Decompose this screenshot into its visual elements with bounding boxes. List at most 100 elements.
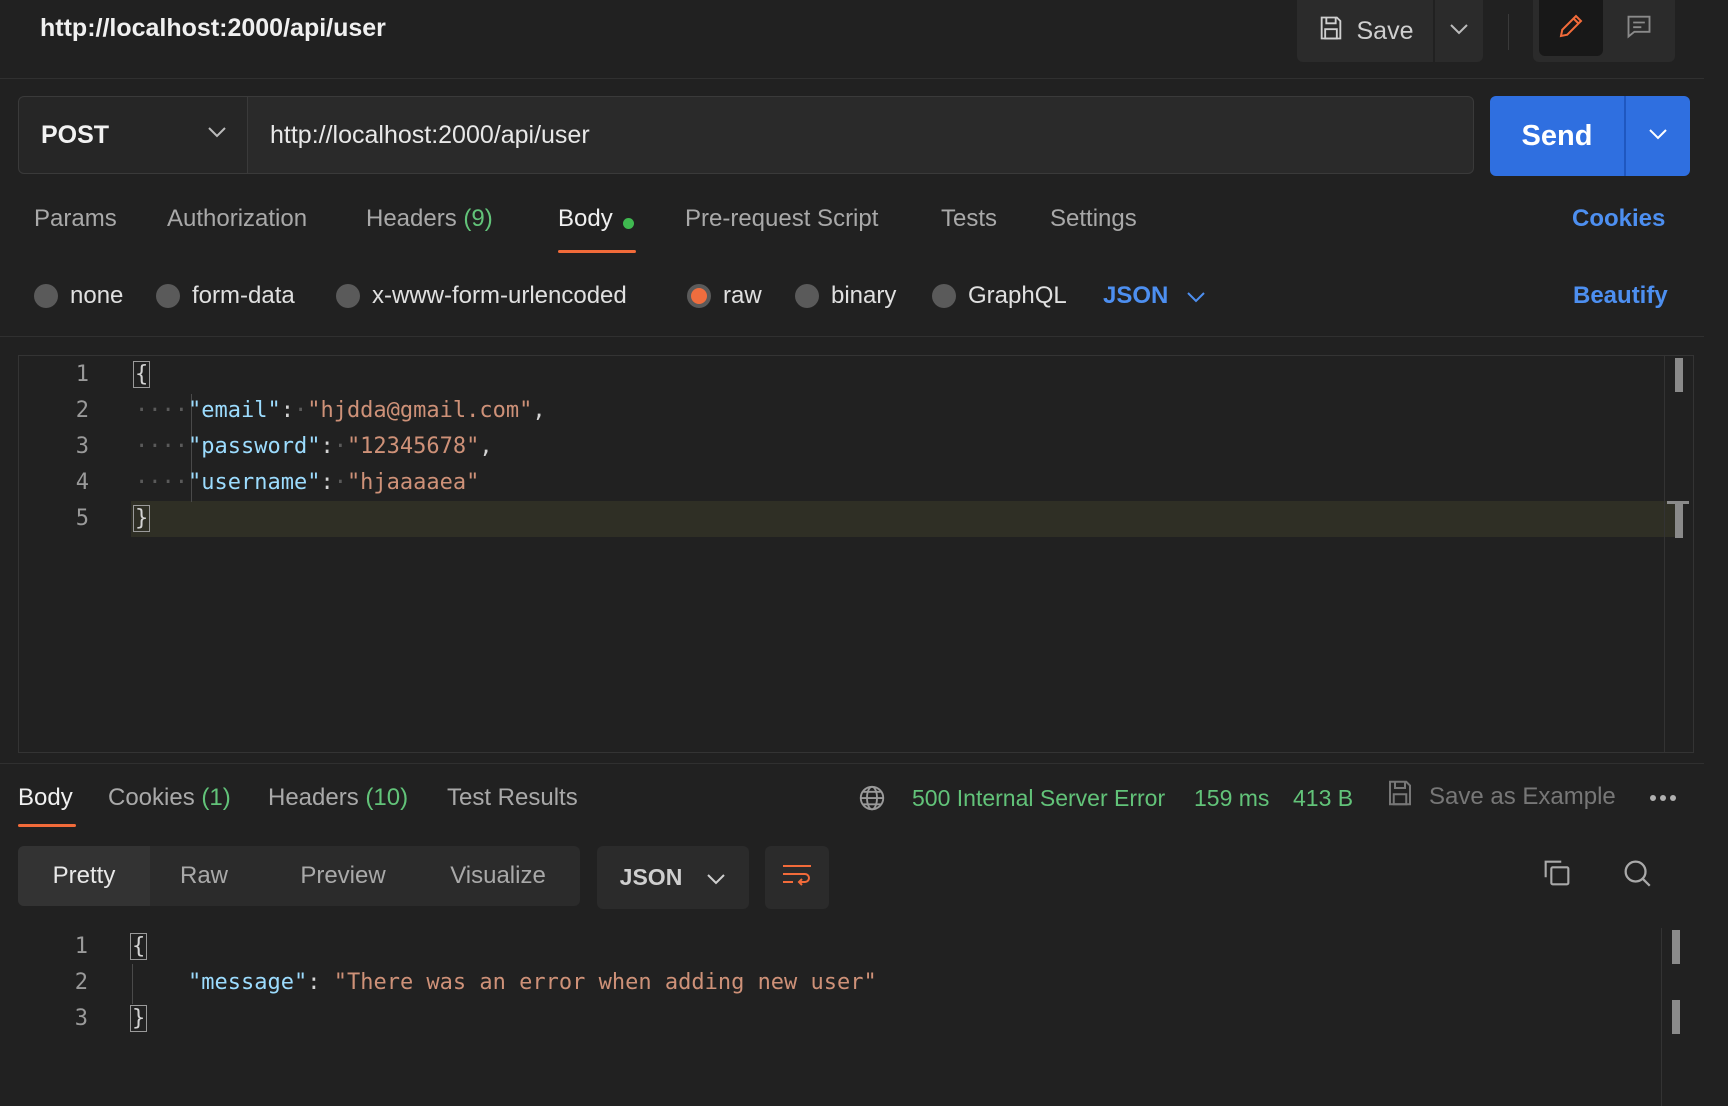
response-view-switcher: Pretty Raw Preview Visualize <box>18 846 580 906</box>
radio-indicator <box>795 284 819 308</box>
tab-params[interactable]: Params <box>34 205 117 233</box>
radio-none[interactable]: none <box>34 282 123 310</box>
response-time[interactable]: 159 ms <box>1194 785 1269 812</box>
search-icon[interactable] <box>1620 856 1654 895</box>
headers-count: (10) <box>365 784 409 811</box>
headers-count: (9) <box>463 205 493 232</box>
beautify-link[interactable]: Beautify <box>1573 282 1668 310</box>
radio-indicator <box>34 284 58 308</box>
radio-raw[interactable]: raw <box>687 282 762 310</box>
json-value: "12345678" <box>346 434 480 459</box>
radio-label: x-www-form-urlencoded <box>372 282 627 309</box>
radio-label: form-data <box>192 282 295 309</box>
comments-button[interactable] <box>1611 0 1667 56</box>
code-line: } <box>133 505 151 532</box>
more-icon[interactable] <box>1648 790 1678 808</box>
copy-icon[interactable] <box>1540 856 1574 895</box>
response-tab-cookies[interactable]: Cookies (1) <box>108 784 231 812</box>
divider <box>1508 14 1509 50</box>
url-input[interactable] <box>248 96 1474 174</box>
tab-label: Headers <box>366 205 457 232</box>
line-number: 3 <box>75 434 89 459</box>
response-tab-headers[interactable]: Headers (10) <box>268 784 408 812</box>
line-number: 2 <box>74 970 88 995</box>
method-select[interactable]: POST <box>18 96 248 174</box>
tab-settings[interactable]: Settings <box>1050 205 1137 233</box>
response-tab-body[interactable]: Body <box>18 784 73 812</box>
edit-mode-button[interactable] <box>1539 0 1603 56</box>
code-line: ····"password":·"12345678", <box>135 434 493 459</box>
code-line: { <box>130 933 148 960</box>
request-title[interactable]: http://localhost:2000/api/user <box>40 14 386 43</box>
globe-icon[interactable] <box>857 783 887 818</box>
chevron-down-icon <box>706 864 726 891</box>
send-group: Send <box>1490 96 1690 176</box>
code-line: ····"email":·"hjdda@gmail.com", <box>135 398 546 423</box>
json-value: "There was an error when adding new user… <box>333 970 877 995</box>
radio-form-data[interactable]: form-data <box>156 282 295 310</box>
view-pretty[interactable]: Pretty <box>18 846 150 906</box>
view-raw[interactable]: Raw <box>158 846 250 906</box>
radio-indicator <box>932 284 956 308</box>
body-format-select[interactable]: JSON <box>1103 282 1206 310</box>
chevron-down-icon <box>1186 282 1206 310</box>
radio-urlencoded[interactable]: x-www-form-urlencoded <box>336 282 627 310</box>
line-number: 3 <box>74 1006 88 1031</box>
save-label: Save <box>1356 16 1414 45</box>
cookies-link[interactable]: Cookies <box>1572 205 1665 233</box>
line-number: 4 <box>75 470 89 495</box>
json-value: "hjaaaaea" <box>346 470 480 495</box>
modified-indicator <box>623 218 634 229</box>
tab-label: Cookies <box>108 784 195 811</box>
save-icon <box>1385 778 1415 815</box>
radio-binary[interactable]: binary <box>795 282 896 310</box>
brace-match: } <box>133 505 151 532</box>
tab-authorization[interactable]: Authorization <box>167 205 307 233</box>
comment-icon <box>1625 12 1653 45</box>
radio-indicator <box>156 284 180 308</box>
save-button[interactable]: Save <box>1297 0 1433 62</box>
radio-indicator <box>336 284 360 308</box>
chevron-down-icon <box>1449 22 1469 40</box>
send-button[interactable]: Send <box>1490 96 1624 176</box>
radio-indicator-selected <box>687 284 711 308</box>
scrollbar-track <box>1661 928 1662 1106</box>
response-tab-test-results[interactable]: Test Results <box>447 784 578 812</box>
method-label: POST <box>41 121 110 149</box>
tab-body[interactable]: Body <box>558 205 613 233</box>
chevron-down-icon <box>207 125 227 143</box>
scrollbar-thumb[interactable] <box>1675 358 1683 392</box>
request-body-editor[interactable]: 1 2 3 4 5 { ····"email":·"hjdda@gmail.co… <box>18 355 1694 753</box>
response-status[interactable]: 500 Internal Server Error <box>912 785 1165 812</box>
tab-headers[interactable]: Headers (9) <box>366 205 493 233</box>
format-label: JSON <box>619 864 683 890</box>
tab-pre-request-script[interactable]: Pre-request Script <box>685 205 878 233</box>
code-line: } <box>130 1005 148 1032</box>
radio-graphql[interactable]: GraphQL <box>932 282 1067 310</box>
response-size[interactable]: 413 B <box>1293 785 1353 812</box>
response-body-viewer[interactable]: 1 2 3 { "message": "There was an error w… <box>18 928 1694 1106</box>
brace-match: } <box>130 1005 148 1032</box>
send-options-button[interactable] <box>1626 96 1690 176</box>
save-as-example-button[interactable]: Save as Example <box>1385 778 1616 815</box>
wrap-lines-icon <box>781 861 813 894</box>
scrollbar-track <box>1664 356 1665 752</box>
save-icon <box>1317 14 1345 49</box>
json-key: "password" <box>187 434 321 459</box>
indent-guide <box>132 964 133 1004</box>
line-number: 5 <box>75 506 89 531</box>
json-value: "hjdda@gmail.com" <box>307 398 533 423</box>
active-tab-indicator <box>558 250 636 253</box>
scrollbar-thumb[interactable] <box>1672 930 1680 964</box>
json-key: "email" <box>187 398 281 423</box>
pencil-icon <box>1556 11 1586 46</box>
wrap-lines-button[interactable] <box>765 846 829 909</box>
view-preview[interactable]: Preview <box>280 846 406 906</box>
tab-tests[interactable]: Tests <box>941 205 997 233</box>
brace-match: { <box>133 361 151 388</box>
response-format-select[interactable]: JSON <box>597 846 749 909</box>
radio-label: none <box>70 282 124 309</box>
tab-label: Headers <box>268 784 359 811</box>
view-visualize[interactable]: Visualize <box>428 846 568 906</box>
save-options-button[interactable] <box>1435 0 1483 62</box>
